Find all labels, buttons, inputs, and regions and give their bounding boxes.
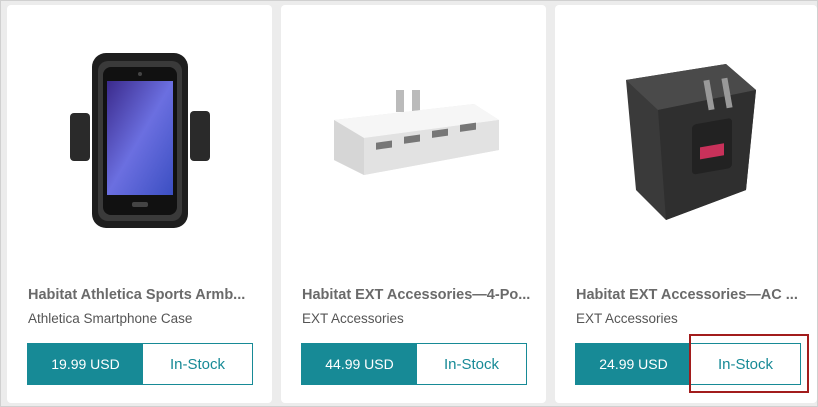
ac-charger-image [626,64,756,220]
armband-phone-image [69,52,210,228]
product-grid: Habitat Athletica Sports Armb... Athleti… [0,0,818,407]
highlight-box [689,334,809,393]
product-subtitle: Athletica Smartphone Case [28,311,193,326]
price-stock-bar: 44.99 USD In-Stock [301,343,527,385]
price-badge: 24.99 USD [576,344,691,384]
product-subtitle: EXT Accessories [576,311,678,326]
price-badge: 19.99 USD [28,344,143,384]
product-card[interactable]: Habitat EXT Accessories—4-Po... EXT Acce… [281,5,546,403]
price-stock-bar: 19.99 USD In-Stock [27,343,253,385]
in-stock-button[interactable]: In-Stock [417,344,526,384]
product-title[interactable]: Habitat Athletica Sports Armb... [28,287,260,303]
in-stock-button[interactable]: In-Stock [143,344,252,384]
product-image-usb-hub[interactable] [281,5,546,275]
product-title[interactable]: Habitat EXT Accessories—AC ... [576,287,808,303]
usb-hub-image [333,90,499,175]
product-image-armband[interactable] [7,5,272,275]
product-image-ac-charger[interactable] [555,5,817,275]
product-subtitle: EXT Accessories [302,311,404,326]
product-card[interactable]: Habitat Athletica Sports Armb... Athleti… [7,5,272,403]
price-badge: 44.99 USD [302,344,417,384]
product-title[interactable]: Habitat EXT Accessories—4-Po... [302,287,534,303]
